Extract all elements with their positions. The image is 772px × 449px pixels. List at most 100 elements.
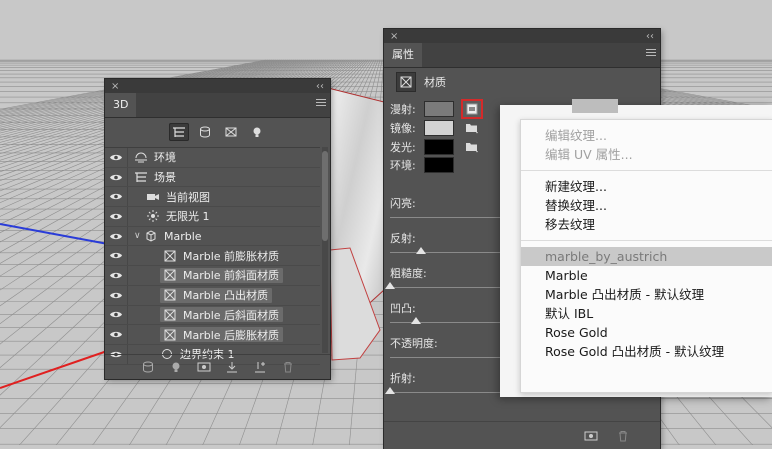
filter-toolbar (105, 121, 330, 143)
layer-label: Marble (164, 229, 202, 243)
menu-item[interactable]: Rose Gold (521, 323, 772, 342)
visibility-eye-icon[interactable] (105, 285, 128, 305)
add-object-icon[interactable] (253, 360, 267, 374)
texture-file-icon[interactable] (463, 101, 481, 117)
material-filter-button[interactable] (221, 123, 241, 141)
layer-content: 环境 (134, 149, 176, 165)
color-swatch[interactable] (424, 120, 454, 136)
layer-label: 环境 (154, 151, 176, 165)
color-swatch[interactable] (424, 157, 454, 173)
menu-item[interactable]: Marble 凸出材质 - 默认纹理 (521, 285, 772, 304)
new-mesh-icon[interactable] (141, 360, 155, 374)
menu-item[interactable]: Marble (521, 266, 772, 285)
layer-row[interactable]: 无限光 1 (105, 207, 320, 227)
render-icon[interactable] (584, 429, 598, 443)
scene-icon (134, 171, 148, 183)
layer-row[interactable]: Marble 后膨胀材质 (105, 325, 320, 345)
visibility-eye-icon[interactable] (105, 246, 128, 266)
layer-label: Marble 后膨胀材质 (183, 328, 280, 342)
material-icon (225, 127, 236, 137)
color-swatch[interactable] (424, 101, 454, 117)
close-icon[interactable]: × (390, 31, 398, 42)
layer-content: 无限光 1 (146, 208, 210, 224)
scrollbar-thumb[interactable] (322, 151, 328, 241)
menu-item[interactable]: 新建纹理... (521, 177, 772, 196)
mesh-filter-button[interactable] (195, 123, 215, 141)
3d-panel-toolbar (105, 354, 330, 379)
texture-preview-thumbnail (572, 99, 618, 113)
tab-properties[interactable]: 属性 (384, 43, 422, 67)
layer-content: Marble 后斜面材质 (160, 307, 284, 323)
visibility-eye-icon[interactable] (105, 226, 128, 246)
layer-content: Marble 前膨胀材质 (160, 248, 283, 263)
layer-row[interactable]: ∨ Marble (105, 226, 320, 247)
render-icon[interactable] (197, 360, 211, 374)
close-icon[interactable]: × (111, 81, 119, 92)
layer-list-scrollbar[interactable] (322, 147, 328, 353)
layer-row[interactable]: Marble 凸出材质 (105, 285, 320, 306)
trash-icon[interactable] (281, 360, 295, 374)
environment-icon (134, 151, 148, 163)
collapse-icon[interactable]: ‹‹ (316, 81, 324, 92)
panel-menu-icon[interactable] (316, 99, 326, 109)
folder-icon[interactable] (463, 120, 481, 136)
layer-content: 当前视图 (146, 189, 210, 205)
visibility-eye-icon[interactable] (105, 266, 128, 285)
folder-icon[interactable] (463, 139, 481, 155)
trash-icon[interactable] (616, 429, 630, 443)
color-swatch[interactable] (424, 139, 454, 155)
layer-row[interactable]: Marble 后斜面材质 (105, 305, 320, 326)
section-title: 材质 (424, 76, 446, 89)
properties-section-header: 材质 (396, 71, 446, 93)
layer-row[interactable]: 场景 (105, 167, 320, 188)
visibility-eye-icon[interactable] (105, 167, 128, 187)
panel-menu-icon[interactable] (646, 49, 656, 59)
layer-content: ∨ Marble (134, 229, 202, 243)
texture-context-menu[interactable]: 编辑纹理... 编辑 UV 属性... 新建纹理... 替换纹理... 移去纹理 marb… (520, 119, 772, 393)
chevron-down-icon[interactable]: ∨ (134, 231, 144, 241)
material-channel-row: 镜像: (390, 120, 481, 136)
layer-label: 场景 (154, 171, 176, 185)
layer-row[interactable]: 环境 (105, 148, 320, 168)
visibility-eye-icon[interactable] (105, 207, 128, 226)
material-channel-row: 漫射: (390, 101, 481, 117)
visibility-eye-icon[interactable] (105, 325, 128, 344)
layer-label: Marble 前斜面材质 (183, 269, 280, 283)
layer-label: 当前视图 (166, 190, 210, 204)
slider-thumb[interactable] (410, 317, 421, 324)
add-light-icon[interactable] (169, 360, 183, 374)
drop-to-ground-icon[interactable] (225, 360, 239, 374)
menu-item[interactable]: 默认 IBL (521, 304, 772, 323)
layer-row[interactable]: 当前视图 (105, 187, 320, 208)
layer-row[interactable]: Marble 前膨胀材质 (105, 246, 320, 267)
mesh-icon (144, 230, 158, 242)
tab-3d[interactable]: 3D (105, 93, 137, 117)
scene-layer-list[interactable]: 环境 场景 当前视图 无限光 1 ∨ Marble Marble 前膨胀材质 Marble 前… (105, 147, 320, 365)
visibility-eye-icon[interactable] (105, 148, 128, 167)
light-filter-button[interactable] (247, 123, 267, 141)
menu-item[interactable]: marble_by_austrich (521, 247, 772, 266)
slider-thumb[interactable] (385, 282, 395, 289)
layer-row[interactable]: Marble 前斜面材质 (105, 266, 320, 286)
layer-label: Marble 凸出材质 (183, 289, 269, 303)
menu-item[interactable]: Rose Gold 凸出材质 - 默认纹理 (521, 342, 772, 361)
layer-label: Marble 后斜面材质 (183, 308, 280, 322)
channel-label: 环境: (390, 159, 416, 172)
menu-item[interactable]: 移去纹理 (521, 215, 772, 234)
menu-item: 编辑纹理... (545, 128, 607, 143)
visibility-eye-icon[interactable] (105, 187, 128, 207)
menu-item[interactable]: 替换纹理... (521, 196, 772, 215)
material-icon (163, 269, 177, 281)
slider-thumb[interactable] (385, 387, 395, 394)
3d-panel: × ‹‹ 3D 环境 场景 当前视图 无限光 1 ∨ Marble Marble 前膨胀材质… (105, 79, 330, 379)
collapse-icon[interactable]: ‹‹ (646, 31, 654, 42)
visibility-eye-icon[interactable] (105, 305, 128, 325)
material-icon (163, 289, 177, 301)
slider-thumb[interactable] (415, 247, 426, 254)
whole-scene-filter-button[interactable] (168, 123, 189, 141)
material-icon (396, 72, 416, 92)
panel-tabbar: 3D (105, 93, 330, 118)
layer-content: Marble 后膨胀材质 (160, 327, 284, 343)
material-icon (163, 250, 177, 262)
menu-item: 编辑 UV 属性... (545, 147, 633, 162)
